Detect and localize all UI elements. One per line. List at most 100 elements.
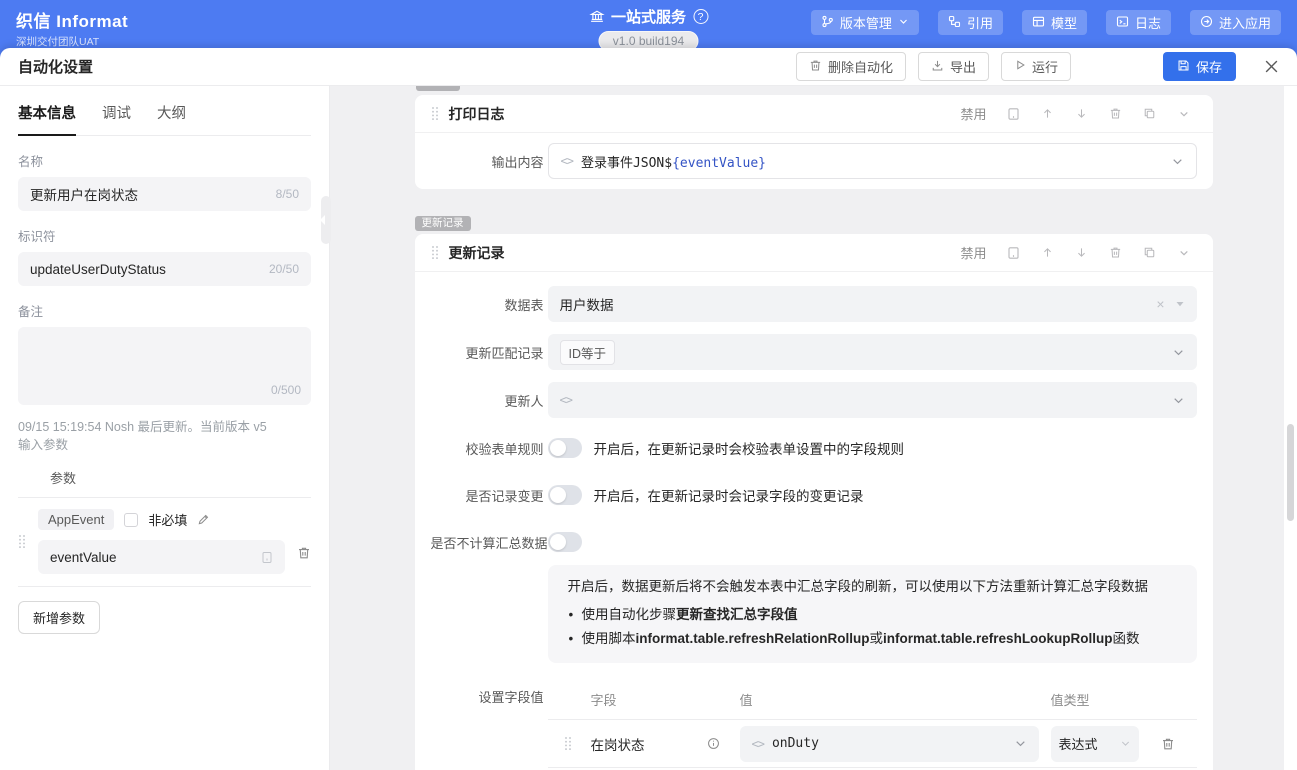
record-change-toggle[interactable] xyxy=(548,485,582,505)
note-icon[interactable] xyxy=(997,246,1031,260)
match-record-select[interactable]: ID等于 xyxy=(548,334,1197,370)
modal-title: 自动化设置 xyxy=(18,56,93,77)
info-icon[interactable] xyxy=(707,737,720,750)
disable-action[interactable]: 禁用 xyxy=(960,104,986,123)
reference-label: 引用 xyxy=(967,13,993,32)
step-card-print-log: 打印日志 禁用 输出内容 xyxy=(415,95,1213,189)
save-icon xyxy=(1177,59,1190,75)
param-value-input[interactable]: eventValue xyxy=(38,540,285,574)
remark-textarea[interactable]: 0/500 xyxy=(18,327,311,405)
field-name: 在岗状态 xyxy=(591,734,645,754)
drag-handle[interactable] xyxy=(431,106,439,121)
output-content-label: 输出内容 xyxy=(431,152,544,171)
automation-settings-modal: 自动化设置 删除自动化 导出 运行 保存 xyxy=(0,48,1297,770)
version-mgmt-button[interactable]: 版本管理 xyxy=(811,10,919,35)
step-card-update-record: 更新记录 禁用 数据表 xyxy=(415,234,1213,770)
col-field: 字段 xyxy=(591,690,740,709)
chevron-down-icon xyxy=(898,15,909,30)
updater-select[interactable]: <> xyxy=(548,382,1197,418)
enter-app-button[interactable]: 进入应用 xyxy=(1190,10,1281,35)
validate-rules-toggle[interactable] xyxy=(548,438,582,458)
move-up-icon[interactable] xyxy=(1031,107,1065,120)
identifier-counter: 20/50 xyxy=(269,262,299,276)
modal-header: 自动化设置 删除自动化 导出 运行 保存 xyxy=(0,48,1297,86)
drag-handle[interactable] xyxy=(18,509,38,574)
name-label: 名称 xyxy=(18,151,311,170)
validate-rules-desc: 开启后，在更新记录时会校验表单设置中的字段规则 xyxy=(594,438,905,458)
chevron-down-icon xyxy=(1014,737,1027,750)
play-icon xyxy=(1014,59,1026,74)
add-param-button[interactable]: 新增参数 xyxy=(18,601,100,634)
step-title: 更新记录 xyxy=(449,243,505,263)
disable-action[interactable]: 禁用 xyxy=(960,243,986,262)
match-condition-chip: ID等于 xyxy=(560,340,616,365)
step-tag-row: 更新记录 xyxy=(415,213,1213,231)
param-name-chip: AppEvent xyxy=(38,509,114,530)
topbar-center: 一站式服务 ? v1.0 build194 xyxy=(589,6,708,51)
table-icon xyxy=(1032,15,1045,31)
run-label: 运行 xyxy=(1032,57,1058,76)
tab-outline[interactable]: 大纲 xyxy=(157,102,186,123)
skip-rollup-label: 是否不计算汇总数据 xyxy=(431,533,544,552)
note-icon[interactable] xyxy=(997,107,1031,121)
delete-automation-button[interactable]: 删除自动化 xyxy=(796,52,906,81)
close-icon[interactable] xyxy=(1264,59,1279,74)
trash-icon[interactable] xyxy=(1099,246,1133,259)
output-content-input[interactable]: <> 登录事件JSON${eventValue} xyxy=(548,143,1197,179)
collapse-chevron-icon[interactable] xyxy=(1167,108,1201,120)
delete-row-icon[interactable] xyxy=(1139,737,1197,751)
copy-icon[interactable] xyxy=(1133,107,1167,120)
col-type: 值类型 xyxy=(1051,690,1139,709)
datatable-label: 数据表 xyxy=(431,295,544,314)
step-tag-clipped xyxy=(416,86,460,91)
name-input[interactable]: 更新用户在岗状态 8/50 xyxy=(18,177,311,211)
logo-title: 织信 Informat xyxy=(16,7,128,32)
model-button[interactable]: 模型 xyxy=(1022,10,1087,35)
drag-handle[interactable] xyxy=(431,245,439,260)
trash-icon[interactable] xyxy=(1099,107,1133,120)
sidebar-collapse-handle[interactable] xyxy=(321,196,331,244)
logo: 织信 Informat 深圳交付团队UAT xyxy=(16,7,128,49)
skip-rollup-toggle[interactable] xyxy=(548,532,582,552)
git-branch-icon xyxy=(821,15,834,31)
collapse-chevron-icon[interactable] xyxy=(1167,247,1201,259)
clear-icon[interactable]: × xyxy=(1156,297,1164,311)
sidebar: 基本信息 调试 大纲 名称 更新用户在岗状态 8/50 标识符 updateUs… xyxy=(0,86,330,770)
tab-basic-info[interactable]: 基本信息 xyxy=(18,102,76,123)
tab-debug[interactable]: 调试 xyxy=(102,102,131,123)
match-record-label: 更新匹配记录 xyxy=(431,343,544,362)
output-expression: 登录事件JSON$ xyxy=(581,156,672,171)
version-mgmt-label: 版本管理 xyxy=(840,13,892,32)
scrollbar-thumb[interactable] xyxy=(1287,424,1294,521)
move-down-icon[interactable] xyxy=(1065,246,1099,259)
steps-scroll-area: 打印日志 禁用 输出内容 xyxy=(330,86,1297,770)
meta-line2: 输入参数 xyxy=(18,436,311,454)
move-up-icon[interactable] xyxy=(1031,246,1065,259)
help-icon[interactable]: ? xyxy=(693,9,708,24)
move-down-icon[interactable] xyxy=(1065,107,1099,120)
identifier-label: 标识符 xyxy=(18,226,311,245)
reference-button[interactable]: 引用 xyxy=(938,10,1003,35)
delete-param-icon[interactable] xyxy=(285,509,311,574)
param-value: eventValue xyxy=(50,550,253,565)
field-value-select[interactable]: <> onDuty xyxy=(740,726,1039,762)
datatable-select[interactable]: 用户数据 × xyxy=(548,286,1197,322)
app-name: 一站式服务 xyxy=(611,6,686,27)
export-button[interactable]: 导出 xyxy=(918,52,989,81)
optional-checkbox[interactable] xyxy=(124,513,138,527)
copy-icon[interactable] xyxy=(1133,246,1167,259)
log-button[interactable]: 日志 xyxy=(1106,10,1171,35)
code-icon: <> xyxy=(560,393,572,407)
trash-icon xyxy=(809,59,822,75)
params-title: 参数 xyxy=(50,468,311,487)
step-tag: 更新记录 xyxy=(415,216,471,231)
rollup-info-line: 开启后，数据更新后将不会触发本表中汇总字段的刷新，可以使用以下方法重新计算汇总字… xyxy=(568,577,1177,597)
edit-pencil-icon[interactable] xyxy=(197,513,210,526)
save-button[interactable]: 保存 xyxy=(1163,52,1236,81)
value-type-select[interactable]: 表达式 xyxy=(1051,726,1139,762)
run-button[interactable]: 运行 xyxy=(1001,52,1071,81)
terminal-icon xyxy=(1116,15,1129,31)
col-value: 值 xyxy=(740,690,1051,709)
drag-handle[interactable] xyxy=(548,736,591,751)
identifier-input[interactable]: updateUserDutyStatus 20/50 xyxy=(18,252,311,286)
